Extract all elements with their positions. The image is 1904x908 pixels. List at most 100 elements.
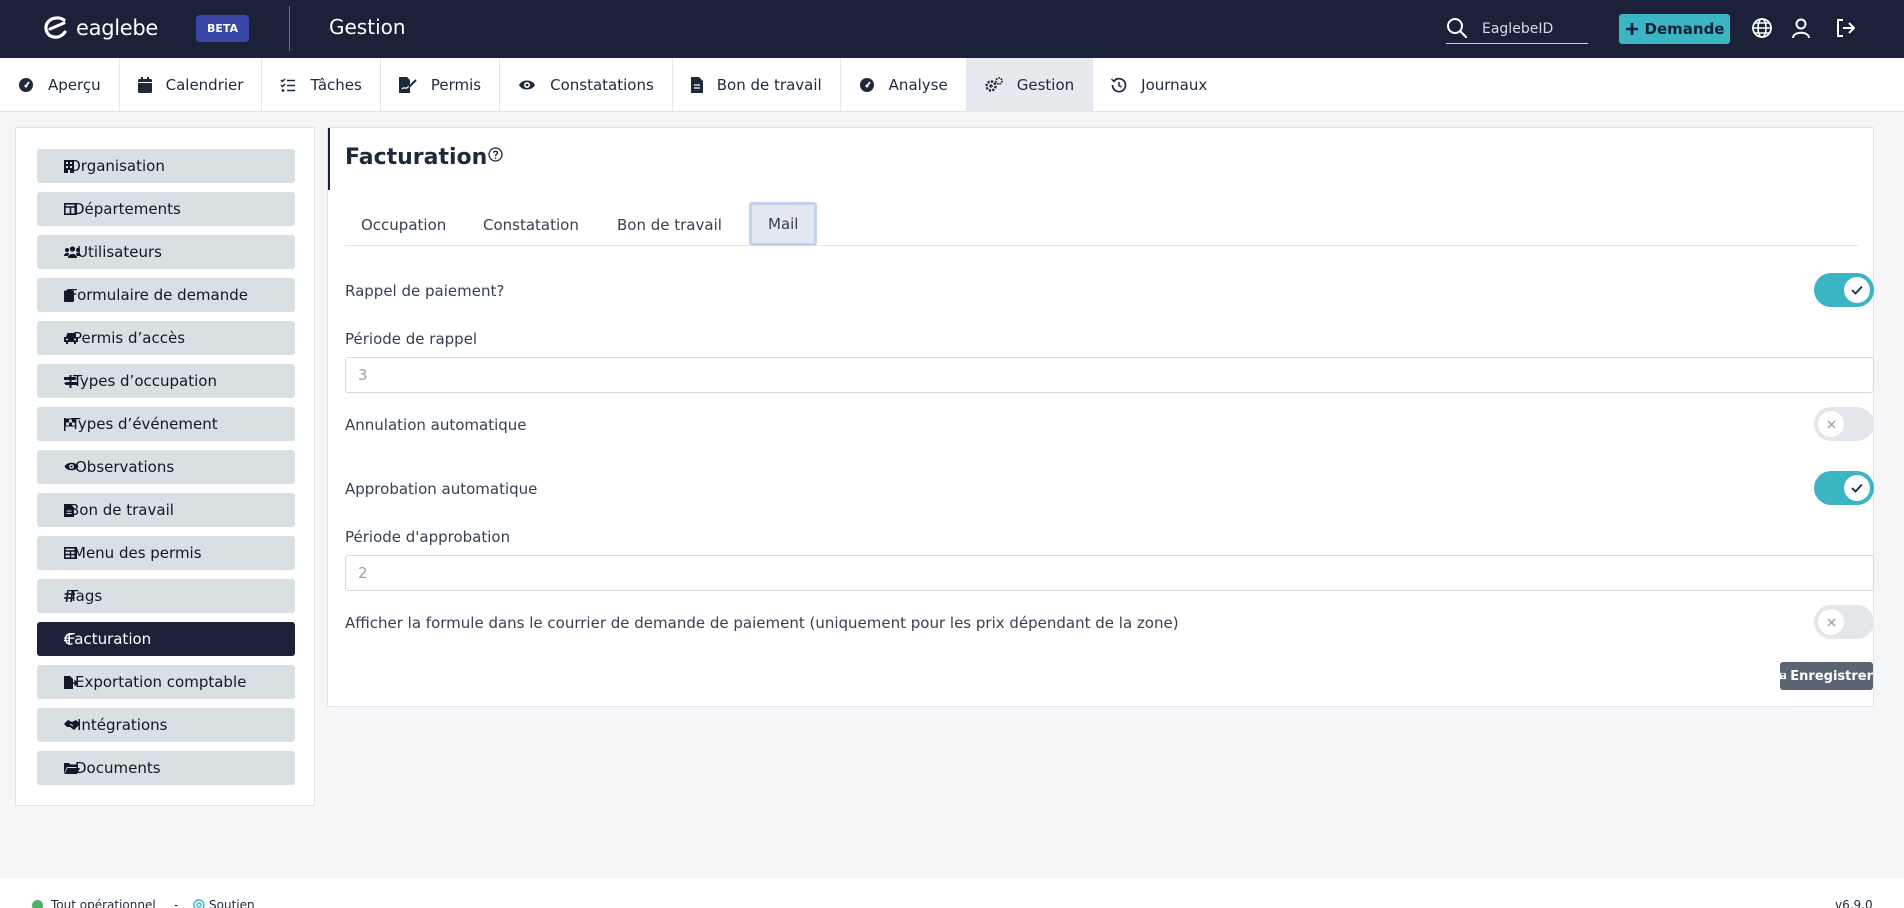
signs-icon — [64, 375, 77, 388]
auto-cancel-toggle[interactable] — [1814, 407, 1874, 441]
user-icon[interactable] — [1790, 17, 1812, 39]
users-icon — [64, 246, 81, 258]
tab-label: Permis — [430, 76, 482, 94]
sidebar-item-label: Documents — [75, 759, 161, 777]
tab-label: Bon de travail — [716, 76, 822, 94]
tab-label: Gestion — [1016, 76, 1075, 94]
billing-panel: Facturation Occupation Constatation Bon … — [327, 127, 1874, 707]
sidebar-item-formulaire-de-demande[interactable]: Formulaire de demande — [37, 278, 295, 312]
support-link[interactable]: Soutien — [209, 898, 255, 908]
gauge-icon — [859, 78, 874, 92]
tab-permis[interactable]: Permis — [381, 58, 501, 112]
new-request-button[interactable]: Demande — [1619, 14, 1730, 44]
check-icon — [1851, 285, 1863, 295]
sidebar-item-types-evenement[interactable]: Types d’événement — [37, 407, 295, 441]
reminder-period-input[interactable]: 3 — [345, 357, 1874, 393]
save-label: Enregistrer — [1790, 668, 1873, 684]
building-icon — [64, 160, 74, 173]
tab-label: Constatations — [550, 76, 654, 94]
sidebar-item-label: Facturation — [67, 630, 152, 648]
logout-icon[interactable] — [1834, 17, 1856, 39]
sidebar-item-integrations[interactable]: Intégrations — [37, 708, 295, 742]
footer-separator: - — [174, 898, 179, 908]
save-button[interactable]: Enregistrer — [1780, 662, 1873, 690]
subtab-constatation[interactable]: Constatation — [483, 204, 579, 246]
gears-icon — [985, 77, 1003, 92]
hashtag-icon — [64, 590, 75, 602]
sidebar-item-documents[interactable]: Documents — [37, 751, 295, 785]
tab-label: Journaux — [1141, 76, 1208, 94]
billing-subtabs: Occupation Constatation Bon de travail M… — [345, 202, 1858, 246]
globe-icon[interactable] — [1751, 17, 1773, 39]
auto-approval-toggle[interactable] — [1814, 471, 1874, 505]
file-icon — [64, 504, 74, 517]
show-formula-label: Afficher la formule dans le courrier de … — [345, 614, 1179, 632]
tab-taches[interactable]: Tâches — [262, 58, 381, 112]
eaglebe-logo-icon — [44, 16, 67, 39]
logo-text: eaglebe — [76, 16, 159, 40]
tab-journaux[interactable]: Journaux — [1093, 58, 1225, 112]
sidebar-item-label: Intégrations — [77, 716, 168, 734]
settings-sidebar: Organisation Départements Utilisateurs F… — [15, 127, 315, 806]
checklist-icon — [280, 78, 296, 92]
footer: Tout opérationnel - Soutien v6.9.0 — [0, 878, 1904, 908]
approval-period-input[interactable]: 2 — [345, 555, 1874, 591]
sidebar-item-label: Types d’occupation — [73, 372, 217, 390]
sidebar-item-label: Permis d’accès — [73, 329, 186, 347]
sidebar-item-exportation-comptable[interactable]: Exportation comptable — [37, 665, 295, 699]
subtab-mail[interactable]: Mail — [749, 202, 818, 246]
payment-reminder-toggle[interactable] — [1814, 273, 1874, 307]
plus-icon — [1625, 23, 1638, 35]
tab-label: Calendrier — [165, 76, 244, 94]
tab-apercu[interactable]: Aperçu — [0, 58, 120, 112]
sidebar-item-label: Bon de travail — [69, 501, 174, 519]
sidebar-item-types-occupation[interactable]: Types d’occupation — [37, 364, 295, 398]
toggle-knob — [1818, 609, 1844, 635]
sidebar-item-tags[interactable]: Tags — [37, 579, 295, 613]
sidebar-item-organisation[interactable]: Organisation — [37, 149, 295, 183]
approval-period-label: Période d'approbation — [345, 528, 511, 546]
tab-gestion[interactable]: Gestion — [966, 58, 1094, 112]
sidebar-item-departements[interactable]: Départements — [37, 192, 295, 226]
tab-constatations[interactable]: Constatations — [500, 58, 673, 112]
show-formula-toggle[interactable] — [1814, 605, 1874, 639]
sidebar-item-bon-de-travail[interactable]: Bon de travail — [37, 493, 295, 527]
search-field[interactable]: EaglebeID — [1446, 14, 1588, 44]
file-icon — [690, 77, 703, 93]
auto-cancel-label: Annulation automatique — [345, 416, 527, 434]
sidebar-item-permis-acces[interactable]: Permis d’accès — [37, 321, 295, 355]
version-text: v6.9.0 — [1835, 898, 1873, 908]
tab-analyse[interactable]: Analyse — [841, 58, 967, 112]
sidebar-item-utilisateurs[interactable]: Utilisateurs — [37, 235, 295, 269]
sidebar-item-label: Départements — [73, 200, 181, 218]
subtab-bon-de-travail[interactable]: Bon de travail — [617, 204, 722, 246]
tab-bon-de-travail[interactable]: Bon de travail — [673, 58, 841, 112]
sidebar-item-label: Observations — [75, 458, 175, 476]
euro-icon — [64, 633, 73, 645]
sidebar-item-observations[interactable]: Observations — [37, 450, 295, 484]
toggle-knob — [1818, 411, 1844, 437]
eye-icon — [64, 462, 79, 471]
gauge-icon — [19, 78, 33, 92]
beta-badge: BETA — [196, 15, 249, 42]
calendar-icon — [137, 77, 152, 93]
tab-calendrier[interactable]: Calendrier — [120, 58, 263, 112]
floppy-disk-icon — [1780, 672, 1787, 680]
title-accent-bar — [328, 128, 330, 190]
status-text[interactable]: Tout opérationnel — [51, 898, 156, 908]
help-icon[interactable] — [488, 147, 503, 162]
logo[interactable]: eaglebe — [42, 14, 158, 42]
auto-approval-label: Approbation automatique — [345, 480, 538, 498]
search-input[interactable]: EaglebeID — [1482, 21, 1553, 37]
check-icon — [1851, 483, 1863, 493]
tab-label: Analyse — [888, 76, 948, 94]
file-export-icon — [64, 676, 78, 689]
header-divider — [289, 6, 290, 51]
subtab-occupation[interactable]: Occupation — [361, 204, 446, 246]
x-icon — [1827, 420, 1835, 428]
sidebar-item-label: Exportation comptable — [75, 673, 247, 691]
file-signature-icon — [398, 77, 417, 93]
new-request-label: Demande — [1644, 20, 1725, 38]
sidebar-item-facturation[interactable]: Facturation — [37, 622, 295, 656]
sidebar-item-menu-des-permis[interactable]: Menu des permis — [37, 536, 295, 570]
